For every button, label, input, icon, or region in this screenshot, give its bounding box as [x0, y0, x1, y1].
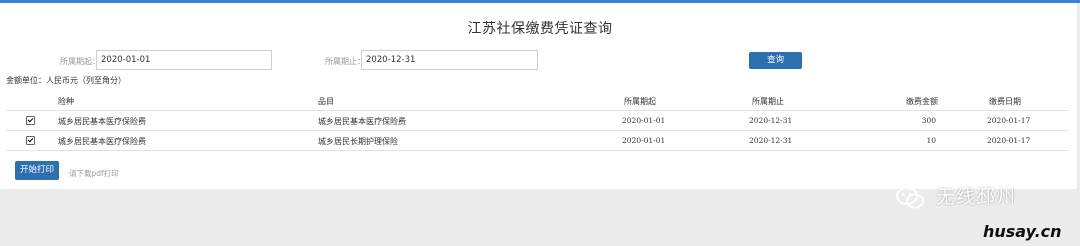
cell-item: 城乡居民基本医疗保险费 — [318, 117, 406, 126]
wechat-icon — [896, 187, 924, 209]
table-row: 城乡居民基本医疗保险费 城乡居民长期护理保险 2020-01-01 2020-1… — [6, 130, 1068, 151]
watermark-site: husay.cn — [983, 222, 1062, 241]
header-insurance-type: 险种 — [58, 97, 74, 106]
page-title: 江苏社保缴费凭证查询 — [467, 21, 613, 37]
header-period-start: 所属期起 — [624, 97, 656, 106]
table-header: 险种 品目 所属期起 所属期止 缴费金额 缴费日期 — [6, 92, 1068, 111]
cell-period-start: 2020-01-01 — [622, 136, 666, 145]
cell-payment-date: 2020-01-17 — [987, 116, 1031, 125]
header-payment-date: 缴费日期 — [989, 97, 1021, 106]
header-item: 品目 — [318, 97, 334, 106]
table-row: 城乡居民基本医疗保险费 城乡居民基本医疗保险费 2020-01-01 2020-… — [6, 110, 1068, 131]
cell-period-end: 2020-12-31 — [749, 136, 793, 145]
header-amount: 缴费金额 — [906, 97, 938, 106]
row-checkbox[interactable] — [26, 136, 35, 145]
cell-period-end: 2020-12-31 — [749, 116, 793, 125]
cell-amount: 300 — [921, 116, 936, 125]
start-print-button[interactable]: 开始打印 — [15, 161, 59, 180]
cell-amount: 10 — [926, 136, 936, 145]
start-period-input[interactable] — [96, 50, 272, 70]
cell-payment-date: 2020-01-17 — [987, 136, 1031, 145]
row-checkbox[interactable] — [26, 116, 35, 125]
query-button[interactable]: 查询 — [749, 52, 802, 69]
download-pdf-link[interactable]: 请下载pdf打印 — [69, 168, 119, 179]
cell-insurance-type: 城乡居民基本医疗保险费 — [58, 137, 146, 146]
header-period-end: 所属期止 — [752, 97, 784, 106]
cell-item: 城乡居民长期护理保险 — [318, 137, 398, 146]
cell-insurance-type: 城乡居民基本医疗保险费 — [58, 117, 146, 126]
start-period-label: 所属期起： — [60, 57, 100, 66]
cell-period-start: 2020-01-01 — [622, 116, 666, 125]
end-period-label: 所属期止： — [325, 57, 365, 66]
end-period-input[interactable] — [361, 50, 538, 70]
amount-unit-note: 金额单位：人民币元（列至角分） — [6, 76, 126, 85]
watermark-brand: 无线邳州 — [936, 186, 1017, 208]
